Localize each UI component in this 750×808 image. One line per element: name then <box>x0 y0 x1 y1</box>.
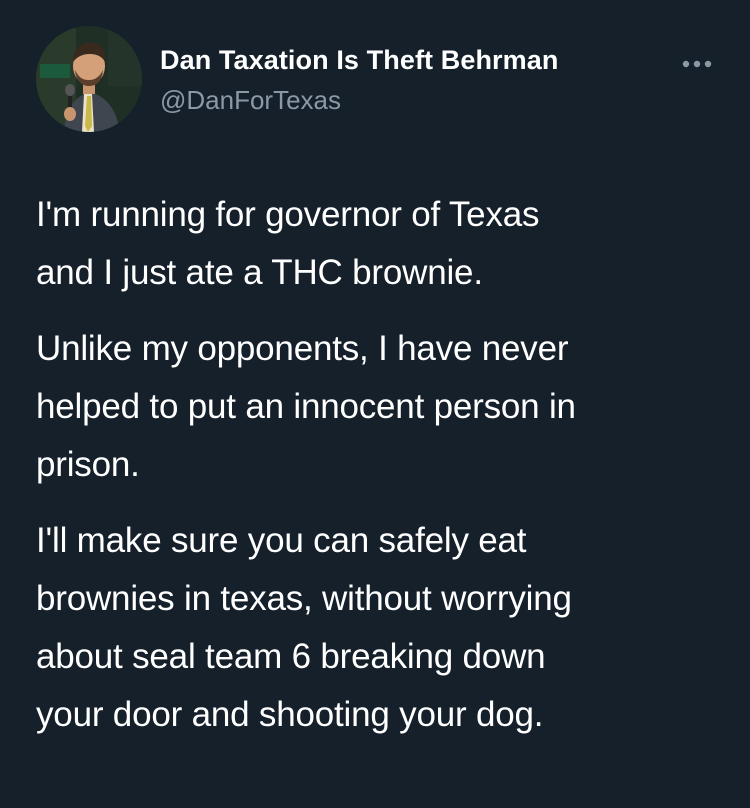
tweet-paragraph: I'll make sure you can safely eat browni… <box>36 512 726 744</box>
tweet-text: I'm running for governor of Texas and I … <box>36 186 726 762</box>
handle[interactable]: @DanForTexas <box>160 84 558 116</box>
display-name[interactable]: Dan Taxation Is Theft Behrman <box>160 44 558 76</box>
tweet-paragraph: I'm running for governor of Texas and I … <box>36 186 726 302</box>
tweet: Dan Taxation Is Theft Behrman @DanForTex… <box>0 0 750 808</box>
tweet-line: brownies in texas, without worrying <box>36 579 572 618</box>
tweet-line: I'll make sure you can safely eat <box>36 521 527 560</box>
tweet-line: helped to put an innocent person in <box>36 387 576 426</box>
tweet-header: Dan Taxation Is Theft Behrman @DanForTex… <box>36 26 726 136</box>
more-horizontal-icon[interactable] <box>680 56 714 72</box>
avatar-image <box>36 26 142 132</box>
tweet-line: your door and shooting your dog. <box>36 695 544 734</box>
tweet-line: about seal team 6 breaking down <box>36 637 546 676</box>
tweet-line: prison. <box>36 445 140 484</box>
tweet-line: I'm running for governor of Texas <box>36 195 540 234</box>
tweet-paragraph: Unlike my opponents, I have never helped… <box>36 320 726 494</box>
avatar[interactable] <box>36 26 142 132</box>
tweet-line: and I just ate a THC brownie. <box>36 253 483 292</box>
author-info: Dan Taxation Is Theft Behrman @DanForTex… <box>160 44 558 116</box>
tweet-line: Unlike my opponents, I have never <box>36 329 569 368</box>
